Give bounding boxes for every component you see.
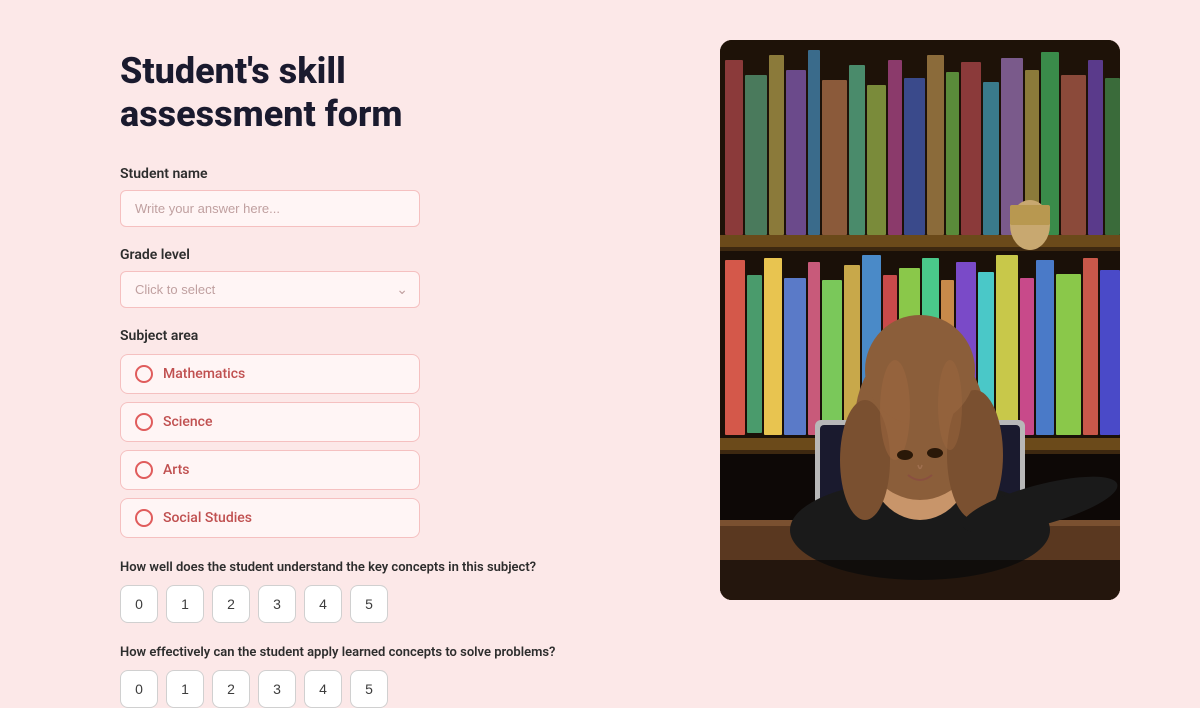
scale-apply-0[interactable]: 0 (120, 670, 158, 708)
scale-key-3[interactable]: 3 (258, 585, 296, 623)
grade-level-group: Grade level Click to select ⌄ (120, 247, 660, 308)
radio-label-arts: Arts (163, 462, 189, 478)
grade-level-label: Grade level (120, 247, 660, 263)
main-container: Student's skill assessment form Student … (0, 0, 1200, 680)
apply-concepts-scale: 0 1 2 3 4 5 (120, 670, 660, 708)
scale-apply-4[interactable]: 4 (304, 670, 342, 708)
key-concepts-scale: 0 1 2 3 4 5 (120, 585, 660, 623)
student-name-label: Student name (120, 166, 660, 182)
bookshelf-illustration: Beautiful. free photos. (720, 40, 1120, 600)
key-concepts-question: How well does the student understand the… (120, 560, 660, 623)
radio-label-mathematics: Mathematics (163, 366, 245, 382)
scale-key-5[interactable]: 5 (350, 585, 388, 623)
radio-circle-social-studies (135, 509, 153, 527)
key-concepts-label: How well does the student understand the… (120, 560, 580, 575)
scale-key-4[interactable]: 4 (304, 585, 342, 623)
subject-area-group: Subject area Mathematics Science Arts So… (120, 328, 660, 538)
radio-circle-science (135, 413, 153, 431)
page-title: Student's skill assessment form (120, 50, 660, 136)
subject-area-options: Mathematics Science Arts Social Studies (120, 354, 420, 538)
radio-option-arts[interactable]: Arts (120, 450, 420, 490)
hero-image: Beautiful. free photos. (720, 40, 1120, 600)
radio-option-mathematics[interactable]: Mathematics (120, 354, 420, 394)
student-name-input[interactable] (120, 190, 420, 227)
radio-option-social-studies[interactable]: Social Studies (120, 498, 420, 538)
scale-apply-3[interactable]: 3 (258, 670, 296, 708)
scale-key-2[interactable]: 2 (212, 585, 250, 623)
form-section: Student's skill assessment form Student … (120, 40, 660, 708)
photo-container: Beautiful. free photos. (720, 40, 1120, 600)
apply-concepts-label: How effectively can the student apply le… (120, 645, 580, 660)
radio-option-science[interactable]: Science (120, 402, 420, 442)
scale-key-0[interactable]: 0 (120, 585, 158, 623)
scale-apply-1[interactable]: 1 (166, 670, 204, 708)
subject-area-label: Subject area (120, 328, 660, 344)
apply-concepts-question: How effectively can the student apply le… (120, 645, 660, 708)
scale-apply-2[interactable]: 2 (212, 670, 250, 708)
radio-label-social-studies: Social Studies (163, 510, 252, 526)
grade-level-select[interactable]: Click to select (120, 271, 420, 308)
student-name-group: Student name (120, 166, 660, 227)
radio-circle-arts (135, 461, 153, 479)
radio-circle-mathematics (135, 365, 153, 383)
grade-level-select-wrapper: Click to select ⌄ (120, 271, 420, 308)
scale-apply-5[interactable]: 5 (350, 670, 388, 708)
scale-key-1[interactable]: 1 (166, 585, 204, 623)
radio-label-science: Science (163, 414, 212, 430)
